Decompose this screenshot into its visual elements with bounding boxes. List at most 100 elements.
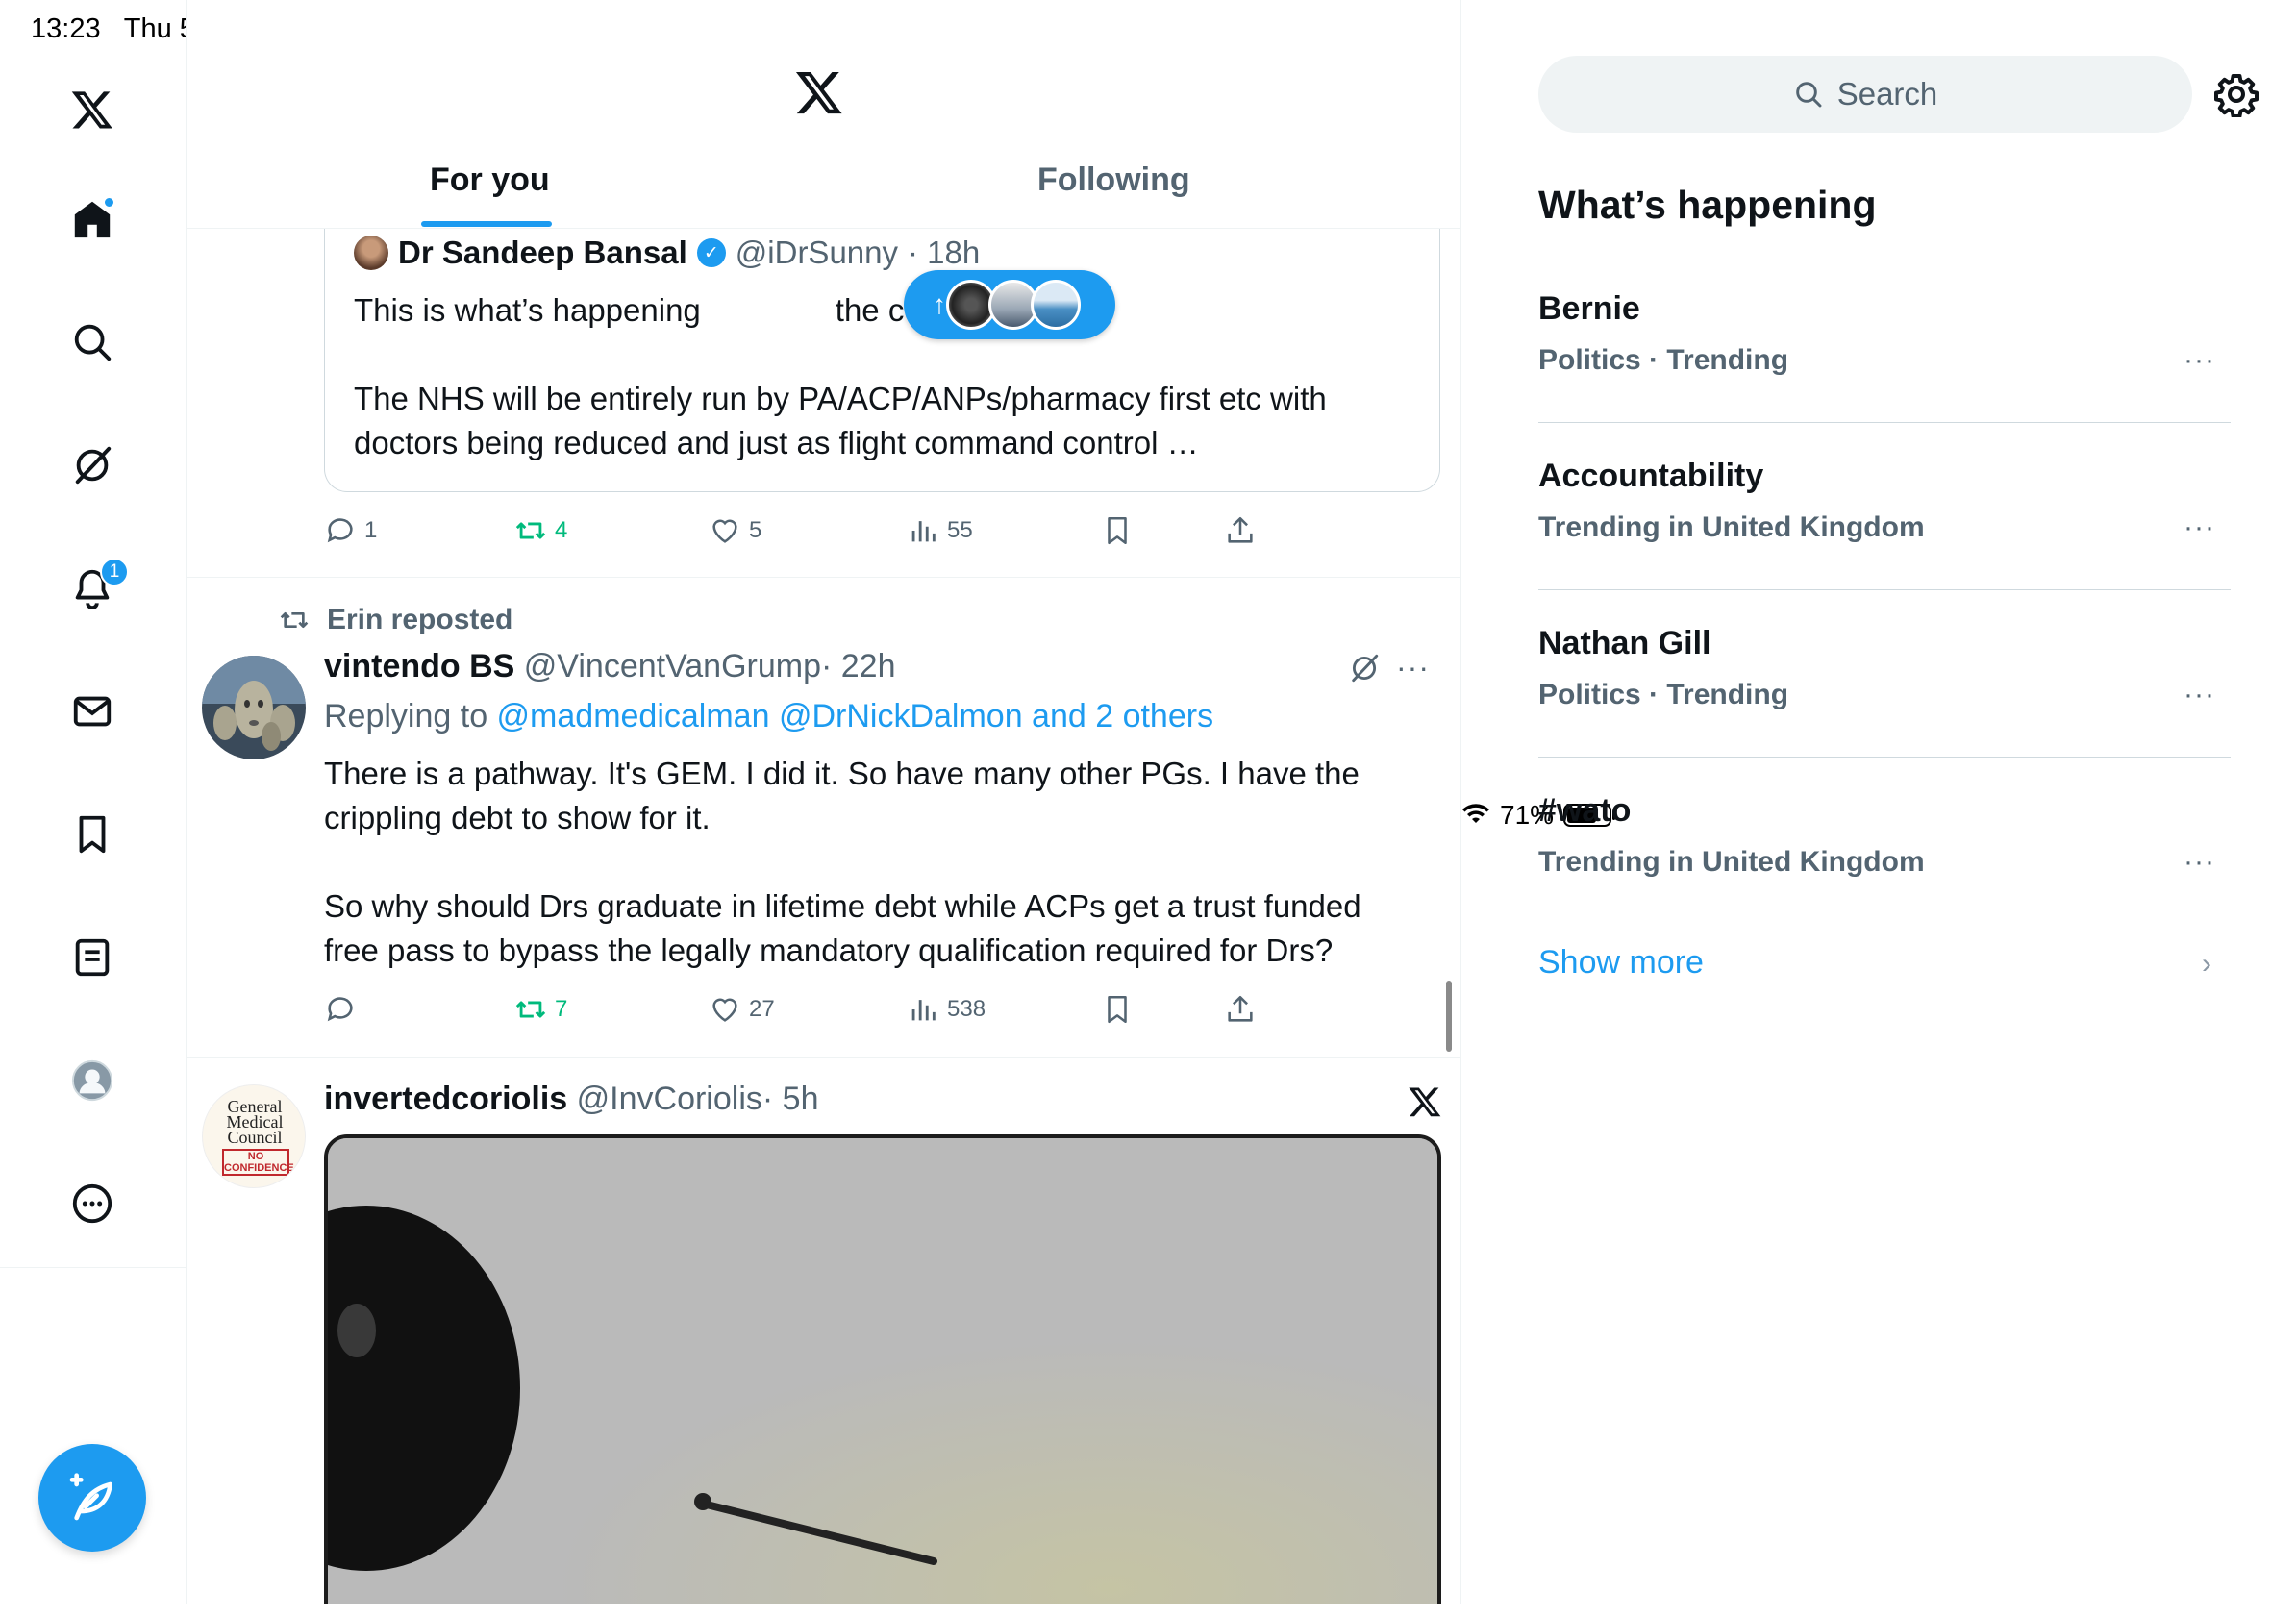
views-icon xyxy=(911,1000,936,1021)
more-icon[interactable] xyxy=(58,1169,127,1238)
tweet2-author-handle[interactable]: @VincentVanGrump xyxy=(524,648,821,684)
show-more-link[interactable]: Show more xyxy=(1538,944,1704,982)
tweet-divider xyxy=(187,1057,1460,1058)
tweet2-actions: 7 27 538 xyxy=(324,990,1285,1029)
repost-indicator[interactable]: Erin reposted xyxy=(279,604,512,636)
repost-button[interactable]: 4 xyxy=(514,514,567,547)
vintendo-avatar[interactable] xyxy=(202,656,306,759)
active-tab-indicator xyxy=(421,221,552,227)
home-unread-dot xyxy=(103,196,115,209)
tweet3-author-handle[interactable]: @InvCoriolis xyxy=(577,1081,762,1117)
grok-explain-icon[interactable] xyxy=(1348,652,1381,684)
replying-to: Replying to @madmedicalman @DrNickDalmon… xyxy=(324,698,1214,734)
messages-icon[interactable] xyxy=(58,677,127,746)
timeline: Dr Sandeep Bansal ✓ @iDrSunny · 18h This… xyxy=(187,0,1461,1604)
sidebar-divider xyxy=(0,1267,187,1268)
tweet2-author-name[interactable]: vintendo BS xyxy=(324,648,514,684)
like-button[interactable]: 27 xyxy=(709,993,775,1026)
tweet2-more-button[interactable]: ··· xyxy=(1396,650,1430,685)
search-placeholder: Search xyxy=(1836,76,1938,112)
share-icon xyxy=(1228,995,1253,1022)
views-button[interactable]: 538 xyxy=(907,993,986,1026)
reply-button[interactable] xyxy=(324,993,364,1026)
pill-avatar xyxy=(1031,280,1081,330)
x-header-logo-icon[interactable] xyxy=(794,67,844,117)
tweet-divider xyxy=(187,577,1460,578)
quoted-time: · 18h xyxy=(908,235,981,270)
quoted-tweet-header: Dr Sandeep Bansal ✓ @iDrSunny · 18h xyxy=(354,235,980,271)
bookmark-icon xyxy=(1108,995,1127,1024)
trend-item[interactable]: Accountability Trending in United Kingdo… xyxy=(1538,423,2231,590)
trend-meta: Trending in United Kingdom xyxy=(1538,511,1925,543)
trend-meta: Trending in United Kingdom xyxy=(1538,846,1925,878)
sidebar-nav: 1 xyxy=(0,0,187,1604)
repost-icon xyxy=(515,522,546,539)
trend-more-button[interactable]: ··· xyxy=(2184,511,2215,544)
search-nav-icon[interactable] xyxy=(58,308,127,377)
trend-name: Nathan Gill xyxy=(1538,625,1711,661)
tweet3-header: invertedcoriolis @InvCoriolis· 5h xyxy=(324,1081,818,1118)
views-button[interactable]: 55 xyxy=(907,514,973,547)
lists-icon[interactable] xyxy=(58,923,127,992)
verified-badge-icon: ✓ xyxy=(696,238,726,267)
settings-gear-icon[interactable] xyxy=(2213,71,2259,117)
trend-item[interactable]: Nathan Gill Politics · Trending ··· xyxy=(1538,590,2231,758)
grok-icon[interactable] xyxy=(58,431,127,500)
timeline-scrollbar[interactable] xyxy=(1446,981,1452,1052)
quoted-author-avatar[interactable] xyxy=(354,236,388,270)
like-count: 5 xyxy=(749,517,762,543)
bookmark-button[interactable] xyxy=(1101,514,1134,547)
x-logo-icon[interactable] xyxy=(58,75,127,144)
tweet3-time: · 5h xyxy=(761,1081,819,1117)
tweet2-time: · 22h xyxy=(820,648,896,684)
bookmarks-icon[interactable] xyxy=(58,800,127,869)
notifications-icon[interactable]: 1 xyxy=(58,554,129,623)
views-count: 55 xyxy=(947,517,973,543)
share-button[interactable] xyxy=(1224,514,1257,547)
notifications-badge: 1 xyxy=(100,558,129,586)
trend-item[interactable]: #wato Trending in United Kingdom ··· xyxy=(1538,758,2231,925)
trend-item[interactable]: Bernie Politics · Trending ··· xyxy=(1538,256,2231,423)
trend-more-button[interactable]: ··· xyxy=(2184,846,2215,879)
trend-more-button[interactable]: ··· xyxy=(2184,679,2215,711)
search-input[interactable]: Search xyxy=(1538,56,2192,133)
quoted-author-handle[interactable]: @iDrSunny xyxy=(736,235,898,271)
invertedcoriolis-avatar[interactable]: General Medical Council NO CONFIDENCE xyxy=(202,1084,306,1188)
tab-following[interactable]: Following xyxy=(1037,162,1190,199)
home-icon[interactable] xyxy=(58,185,127,254)
repost-icon xyxy=(515,1001,546,1018)
trend-name: Accountability xyxy=(1538,458,1764,494)
bookmark-button[interactable] xyxy=(1101,993,1134,1026)
trend-more-button[interactable]: ··· xyxy=(2184,344,2215,377)
profile-avatar-icon[interactable] xyxy=(58,1046,127,1115)
bookmark-icon xyxy=(1108,516,1127,545)
repost-button[interactable]: 7 xyxy=(514,993,567,1026)
tweet3-video-media[interactable] xyxy=(324,1134,1441,1604)
compose-feather-icon xyxy=(69,1473,112,1521)
views-icon xyxy=(911,521,936,542)
reply-button[interactable]: 1 xyxy=(324,514,377,547)
quoted-tweet-card[interactable]: Dr Sandeep Bansal ✓ @iDrSunny · 18h This… xyxy=(324,192,1440,492)
new-posts-pill[interactable]: ↑ xyxy=(904,270,1115,339)
reply-icon xyxy=(327,997,353,1022)
share-icon xyxy=(1228,516,1253,543)
like-button[interactable]: 5 xyxy=(709,514,761,547)
like-count: 27 xyxy=(749,996,775,1022)
compose-post-button[interactable] xyxy=(38,1444,146,1552)
heart-icon xyxy=(712,998,737,1022)
trend-meta: Politics · Trending xyxy=(1538,344,1789,376)
search-icon xyxy=(1795,82,1822,108)
tweet2-header: vintendo BS @VincentVanGrump· 22h xyxy=(324,648,895,685)
timeline-header: For you Following xyxy=(187,0,1460,229)
repost-count: 7 xyxy=(555,996,568,1022)
x-logo-small-icon xyxy=(1409,1087,1441,1117)
share-button[interactable] xyxy=(1224,993,1257,1026)
tweet3-author-name[interactable]: invertedcoriolis xyxy=(324,1081,567,1117)
trend-meta: Politics · Trending xyxy=(1538,679,1789,710)
quoted-author-name[interactable]: Dr Sandeep Bansal xyxy=(398,235,687,271)
repost-count: 4 xyxy=(555,517,568,543)
tab-for-you[interactable]: For you xyxy=(430,162,550,199)
trend-name: Bernie xyxy=(1538,290,1640,327)
tweet2-text: There is a pathway. It's GEM. I did it. … xyxy=(324,756,1361,968)
replying-to-links[interactable]: @madmedicalman @DrNickDalmon and 2 other… xyxy=(497,698,1214,734)
